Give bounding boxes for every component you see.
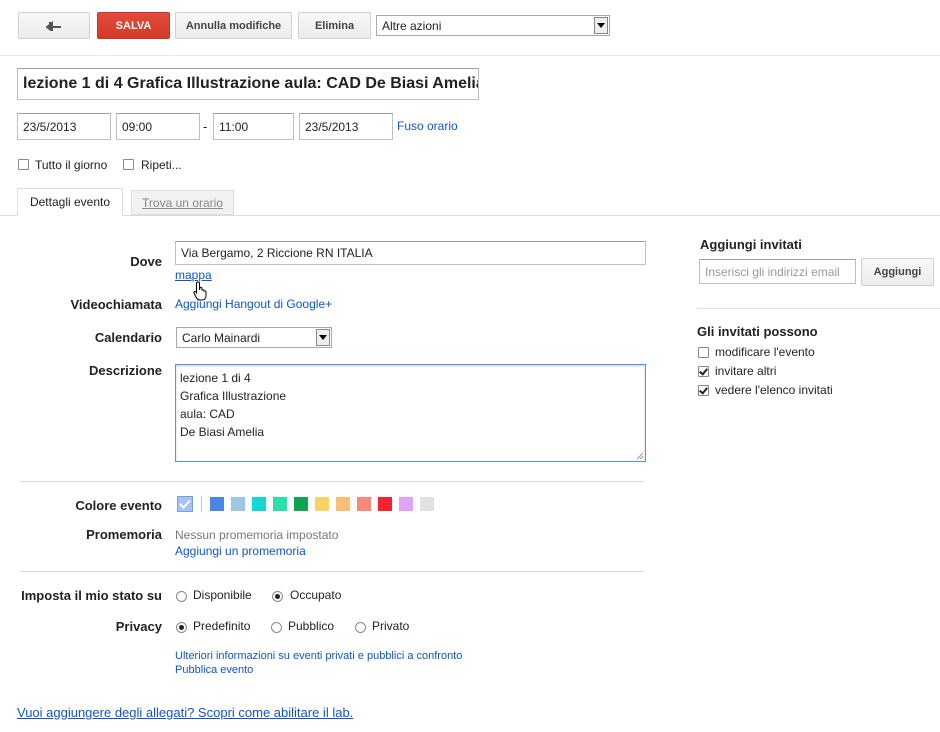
perm-see-list-label: vedere l'elenco invitati — [715, 383, 833, 397]
status-label: Imposta il mio stato su — [21, 588, 162, 603]
color-divider — [201, 496, 202, 512]
all-day-checkbox[interactable] — [18, 159, 29, 170]
color-swatch-default[interactable] — [177, 496, 193, 512]
privacy-private-label: Privato — [372, 619, 410, 633]
description-line: aula: CAD — [180, 407, 235, 421]
guests-can-title: Gli invitati possono — [697, 324, 818, 339]
end-time-input[interactable]: 11:00 — [213, 113, 294, 140]
videocall-label: Videochiamata — [70, 297, 162, 312]
privacy-default-label: Predefinito — [193, 619, 251, 633]
resize-grip-icon[interactable] — [635, 451, 644, 460]
no-reminder-text: Nessun promemoria impostato — [175, 528, 339, 542]
status-available-label: Disponibile — [193, 588, 252, 602]
tab-event-details[interactable]: Dettagli evento — [17, 188, 123, 216]
color-swatch[interactable] — [210, 497, 224, 511]
section-divider — [20, 571, 644, 572]
where-label: Dove — [130, 254, 162, 269]
event-title-input[interactable]: lezione 1 di 4 Grafica Illustrazione aul… — [17, 68, 479, 100]
perm-invite-checkbox[interactable] — [698, 366, 709, 377]
start-date-input[interactable]: 23/5/2013 — [17, 113, 111, 140]
privacy-label: Privacy — [115, 619, 162, 634]
all-day-label: Tutto il giorno — [35, 158, 108, 172]
repeat-checkbox[interactable] — [123, 159, 134, 170]
add-guests-button[interactable]: Aggiungi — [861, 258, 934, 286]
reminder-label: Promemoria — [86, 527, 162, 542]
publish-event-link[interactable]: Pubblica evento — [175, 664, 253, 676]
description-line: Grafica Illustrazione — [180, 389, 287, 403]
discard-changes-button[interactable]: Annulla modifiche — [175, 12, 292, 39]
dropdown-arrow-icon[interactable] — [594, 17, 608, 34]
guests-divider — [697, 308, 940, 309]
perm-modify-checkbox[interactable] — [698, 347, 709, 358]
privacy-private-radio[interactable] — [355, 622, 366, 633]
color-swatch[interactable] — [315, 497, 329, 511]
privacy-public-label: Pubblico — [288, 619, 335, 633]
color-swatch[interactable] — [252, 497, 266, 511]
description-line: lezione 1 di 4 — [180, 371, 251, 385]
dropdown-arrow-icon[interactable] — [316, 329, 330, 346]
privacy-info-link[interactable]: Ulteriori informazioni su eventi privati… — [175, 650, 462, 662]
add-guests-title: Aggiungi invitati — [700, 237, 802, 252]
more-actions-value: Altre azioni — [382, 18, 442, 33]
toolbar-divider — [0, 55, 940, 56]
color-swatch[interactable] — [357, 497, 371, 511]
event-color-label: Colore evento — [75, 498, 162, 513]
checkmark-icon — [179, 499, 191, 509]
save-button[interactable]: SALVA — [97, 12, 170, 39]
event-title-value: lezione 1 di 4 Grafica Illustrazione aul… — [23, 75, 479, 92]
description-label: Descrizione — [89, 363, 162, 378]
tab-find-time-label: Trova un orario — [142, 195, 223, 210]
timezone-link[interactable]: Fuso orario — [397, 119, 458, 133]
perm-see-list-checkbox[interactable] — [698, 385, 709, 396]
attachments-lab-link[interactable]: Vuoi aggiungere degli allegati? Scopri c… — [17, 705, 353, 720]
calendar-label: Calendario — [94, 330, 162, 345]
privacy-default-radio[interactable] — [176, 622, 187, 633]
color-swatch[interactable] — [231, 497, 245, 511]
description-line: De Biasi Amelia — [180, 425, 265, 439]
repeat-label: Ripeti... — [141, 158, 182, 172]
tab-bar-line — [0, 215, 940, 216]
tab-find-time[interactable]: Trova un orario — [131, 190, 234, 215]
color-swatch[interactable] — [399, 497, 413, 511]
status-busy-radio[interactable] — [272, 591, 283, 602]
back-arrow-icon — [46, 20, 61, 31]
perm-invite-label: invitare altri — [715, 364, 777, 378]
color-swatch[interactable] — [294, 497, 308, 511]
color-swatch[interactable] — [273, 497, 287, 511]
more-actions-select[interactable]: Altre azioni — [376, 15, 610, 36]
add-reminder-link[interactable]: Aggiungi un promemoria — [175, 544, 306, 558]
privacy-public-radio[interactable] — [271, 622, 282, 633]
status-busy-label: Occupato — [290, 588, 342, 602]
time-separator: - — [203, 119, 208, 134]
color-swatch[interactable] — [420, 497, 434, 511]
status-available-radio[interactable] — [176, 591, 187, 602]
where-input[interactable]: Via Bergamo, 2 Riccione RN ITALIA — [175, 241, 646, 265]
map-link[interactable]: mappa — [175, 268, 212, 282]
add-hangout-link[interactable]: Aggiungi Hangout di Google+ — [175, 297, 332, 311]
calendar-value: Carlo Mainardi — [182, 330, 261, 345]
section-divider — [20, 481, 644, 482]
start-time-input[interactable]: 09:00 — [116, 113, 200, 140]
color-swatch[interactable] — [336, 497, 350, 511]
tab-event-details-label: Dettagli evento — [29, 195, 111, 209]
guest-email-input[interactable]: Inserisci gli indirizzi email — [699, 259, 856, 284]
end-date-input[interactable]: 23/5/2013 — [299, 113, 393, 140]
guest-email-placeholder: Inserisci gli indirizzi email — [705, 264, 840, 279]
perm-modify-label: modificare l'evento — [715, 345, 815, 359]
color-swatch[interactable] — [378, 497, 392, 511]
delete-button[interactable]: Elimina — [298, 12, 371, 39]
description-textarea[interactable]: lezione 1 di 4 Grafica Illustrazione aul… — [175, 364, 646, 462]
calendar-select[interactable]: Carlo Mainardi — [176, 327, 332, 348]
back-button[interactable] — [18, 12, 90, 39]
